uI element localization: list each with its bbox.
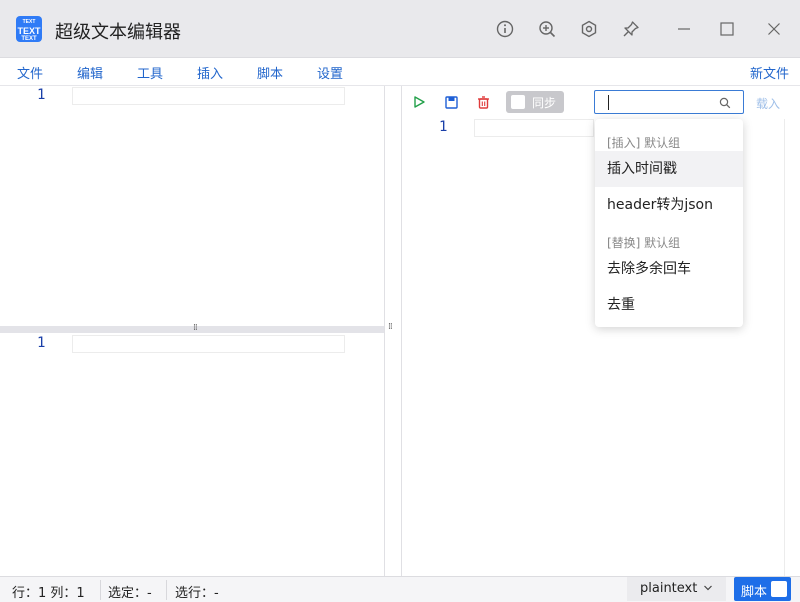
- window-title: 超级文本编辑器: [55, 22, 181, 43]
- title-bar: TEXT TEXT TEXT 超级文本编辑器: [0, 0, 800, 58]
- new-file-button[interactable]: 新文件: [750, 63, 789, 82]
- editor-top-left[interactable]: 1: [0, 86, 384, 326]
- selection-info: 选定：-: [108, 586, 152, 601]
- menu-settings[interactable]: 设置: [317, 63, 343, 82]
- divider: [166, 580, 167, 600]
- checkbox-icon: [771, 581, 787, 597]
- load-button[interactable]: 载入: [756, 95, 780, 112]
- search-box[interactable]: [594, 90, 744, 114]
- close-icon[interactable]: [762, 17, 786, 41]
- maximize-icon[interactable]: [715, 17, 739, 41]
- editor-bottom-left[interactable]: 1: [0, 333, 384, 576]
- menu-edit[interactable]: 编辑: [77, 63, 103, 82]
- search-input[interactable]: [601, 94, 711, 110]
- script-toggle-button[interactable]: 脚本: [734, 577, 791, 601]
- cursor-position: 行：1 列：1: [12, 586, 85, 601]
- line-number: 1: [37, 335, 46, 351]
- vertical-splitter[interactable]: ⁞⁞: [384, 86, 402, 576]
- language-select[interactable]: plaintext: [627, 577, 726, 601]
- horizontal-splitter[interactable]: ⁞⁞: [0, 323, 384, 333]
- selected-lines-info: 选行：-: [175, 586, 219, 601]
- current-line[interactable]: [72, 335, 345, 353]
- grip-handle-icon[interactable]: ⁞⁞: [193, 323, 198, 333]
- menu-tools[interactable]: 工具: [137, 63, 163, 82]
- dropdown-item-insert-timestamp[interactable]: 插入时间戳: [595, 151, 743, 187]
- dropdown-item-remove-newlines[interactable]: 去除多余回车: [595, 251, 743, 287]
- save-icon[interactable]: [442, 93, 460, 111]
- language-value: plaintext: [640, 581, 698, 596]
- text-cursor: [608, 95, 609, 110]
- divider: [100, 580, 101, 600]
- dropdown-item-dedupe[interactable]: 去重: [595, 287, 743, 323]
- chevron-down-icon: [704, 585, 712, 591]
- menu-insert[interactable]: 插入: [197, 63, 223, 82]
- line-number: 1: [439, 119, 448, 135]
- script-dropdown: [插入] 默认组 插入时间戳 header转为json [替换] 默认组 去除多…: [595, 119, 743, 327]
- sync-label: 同步: [532, 96, 557, 110]
- trash-icon[interactable]: [474, 93, 492, 111]
- sync-toggle[interactable]: 同步: [506, 91, 564, 113]
- current-line[interactable]: [474, 119, 594, 137]
- toggle-knob: [511, 95, 525, 109]
- scrollbar[interactable]: [784, 119, 800, 576]
- zoom-in-icon[interactable]: [535, 17, 559, 41]
- dropdown-group-replace: [替换] 默认组: [607, 236, 681, 250]
- grip-handle-icon[interactable]: ⁞⁞: [388, 322, 393, 332]
- menu-script[interactable]: 脚本: [257, 63, 283, 82]
- menu-file[interactable]: 文件: [17, 63, 43, 82]
- search-icon[interactable]: [719, 97, 731, 109]
- menu-bar: 文件 编辑 工具 插入 脚本 设置 新文件: [0, 58, 800, 86]
- play-icon[interactable]: [410, 93, 428, 111]
- script-label: 脚本: [741, 585, 768, 600]
- line-number: 1: [37, 87, 46, 103]
- minimize-icon[interactable]: [672, 17, 696, 41]
- settings-icon[interactable]: [577, 17, 601, 41]
- app-logo: TEXT TEXT TEXT: [16, 16, 42, 42]
- dropdown-group-insert: [插入] 默认组: [607, 136, 681, 150]
- pin-icon[interactable]: [619, 17, 643, 41]
- current-line[interactable]: [72, 87, 345, 105]
- dropdown-item-header-to-json[interactable]: header转为json: [595, 187, 743, 223]
- info-icon[interactable]: [493, 17, 517, 41]
